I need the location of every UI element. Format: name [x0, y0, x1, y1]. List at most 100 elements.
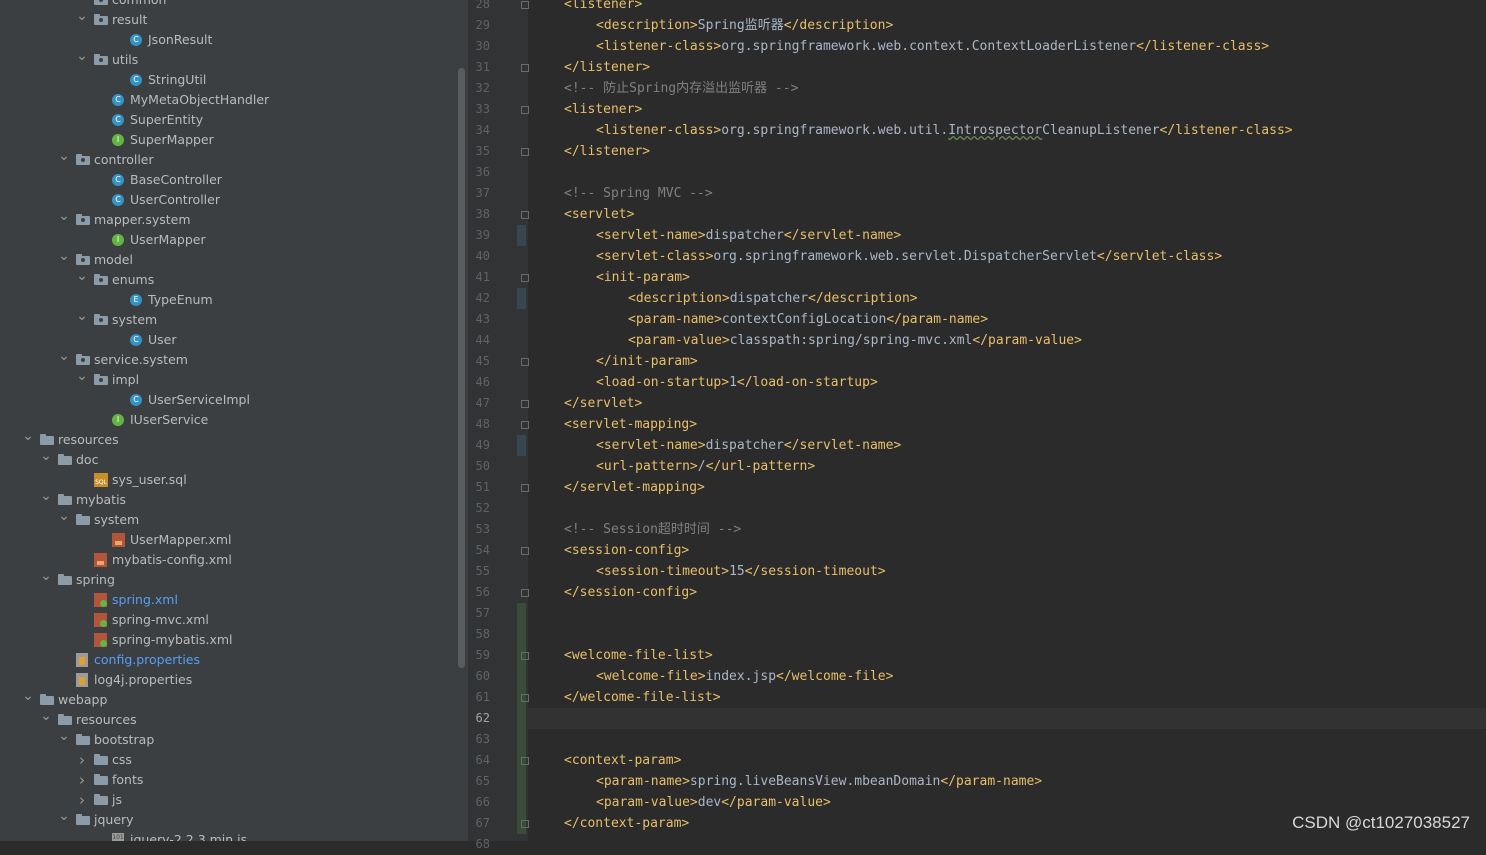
- chevron-down-icon[interactable]: ⌄: [40, 566, 52, 586]
- fold-marker-icon[interactable]: [521, 694, 529, 702]
- code-line[interactable]: </listener>: [564, 141, 650, 162]
- code-line[interactable]: <listener-class>org.springframework.web.…: [596, 120, 1293, 141]
- tree-node[interactable]: ⌄ bootstrap: [0, 728, 458, 750]
- tree-node[interactable]: spring.xml: [0, 590, 458, 610]
- fold-marker-icon[interactable]: [521, 148, 529, 156]
- chevron-down-icon[interactable]: ⌄: [76, 306, 88, 326]
- fold-marker-icon[interactable]: [521, 757, 529, 765]
- tree-node[interactable]: ⌄ enums: [0, 268, 458, 290]
- code-line[interactable]: <listener>: [564, 0, 642, 15]
- code-line[interactable]: <!-- Spring MVC -->: [564, 183, 713, 204]
- tree-node[interactable]: E TypeEnum: [0, 290, 458, 310]
- tree-node[interactable]: ⌄ webapp: [0, 688, 458, 710]
- code-line[interactable]: <servlet-mapping>: [564, 414, 697, 435]
- fold-marker-icon[interactable]: [521, 652, 529, 660]
- code-line[interactable]: <description>dispatcher</description>: [628, 288, 918, 309]
- chevron-down-icon[interactable]: ⌄: [40, 706, 52, 726]
- chevron-down-icon[interactable]: ⌄: [22, 686, 34, 706]
- code-line[interactable]: <param-value>dev</param-value>: [596, 792, 831, 813]
- chevron-down-icon[interactable]: ⌄: [76, 266, 88, 286]
- code-line[interactable]: <param-name>spring.liveBeansView.mbeanDo…: [596, 771, 1042, 792]
- code-line[interactable]: </init-param>: [596, 351, 698, 372]
- tree-node[interactable]: › css: [0, 750, 458, 770]
- chevron-down-icon[interactable]: ⌄: [58, 146, 70, 166]
- tree-node[interactable]: C UserServiceImpl: [0, 390, 458, 410]
- vcs-modified-marker[interactable]: [517, 435, 526, 456]
- tree-node[interactable]: C MyMetaObjectHandler: [0, 90, 458, 110]
- chevron-right-icon[interactable]: ›: [76, 770, 88, 790]
- tree-node[interactable]: ⌄common: [0, 0, 458, 10]
- code-line[interactable]: <!-- Session超时时间 -->: [564, 519, 741, 540]
- fold-marker-icon[interactable]: [521, 484, 529, 492]
- code-line[interactable]: <url-pattern>/</url-pattern>: [596, 456, 815, 477]
- tree-node[interactable]: ⌄ doc: [0, 448, 458, 470]
- code-line[interactable]: </servlet>: [564, 393, 642, 414]
- project-tree-scrollbar[interactable]: [458, 68, 465, 668]
- tree-node[interactable]: C BaseController: [0, 170, 458, 190]
- tree-node[interactable]: ⌄ resources: [0, 428, 458, 450]
- code-line[interactable]: <servlet-name>dispatcher</servlet-name>: [596, 435, 901, 456]
- code-line[interactable]: <param-value>classpath:spring/spring-mvc…: [628, 330, 1082, 351]
- chevron-right-icon[interactable]: ›: [76, 790, 88, 810]
- code-line[interactable]: <init-param>: [596, 267, 690, 288]
- tree-node[interactable]: spring-mvc.xml: [0, 610, 458, 630]
- chevron-down-icon[interactable]: ⌄: [40, 486, 52, 506]
- chevron-down-icon[interactable]: ⌄: [22, 426, 34, 446]
- chevron-down-icon[interactable]: ⌄: [76, 366, 88, 386]
- vcs-added-marker[interactable]: [517, 729, 526, 750]
- code-line[interactable]: <session-config>: [564, 540, 689, 561]
- vcs-added-marker[interactable]: [517, 603, 526, 624]
- code-line[interactable]: <welcome-file-list>: [564, 645, 713, 666]
- code-line[interactable]: </context-param>: [564, 813, 689, 834]
- chevron-down-icon[interactable]: ⌄: [58, 806, 70, 826]
- fold-marker-icon[interactable]: [521, 274, 529, 282]
- fold-marker-icon[interactable]: [521, 547, 529, 555]
- vcs-modified-marker[interactable]: [517, 288, 526, 309]
- fold-marker-icon[interactable]: [521, 1, 529, 9]
- code-line[interactable]: </listener>: [564, 57, 650, 78]
- code-line[interactable]: <servlet-name>dispatcher</servlet-name>: [596, 225, 901, 246]
- tree-node[interactable]: ⌄ impl: [0, 368, 458, 390]
- code-line[interactable]: <param-name>contextConfigLocation</param…: [628, 309, 988, 330]
- fold-marker-icon[interactable]: [521, 421, 529, 429]
- code-line[interactable]: </session-config>: [564, 582, 697, 603]
- tree-node[interactable]: ⌄ result: [0, 8, 458, 30]
- tree-node[interactable]: mybatis-config.xml: [0, 550, 458, 570]
- code-line[interactable]: <description>Spring监听器</description>: [596, 15, 893, 36]
- fold-marker-icon[interactable]: [521, 211, 529, 219]
- tree-node[interactable]: ⌄ jquery: [0, 808, 458, 830]
- chevron-down-icon[interactable]: ⌄: [76, 6, 88, 26]
- tree-node[interactable]: ⌄ spring: [0, 568, 458, 590]
- code-line[interactable]: </welcome-file-list>: [564, 687, 721, 708]
- vcs-added-marker[interactable]: [517, 792, 526, 813]
- tree-node[interactable]: I IUserService: [0, 410, 458, 430]
- fold-marker-icon[interactable]: [521, 589, 529, 597]
- tree-node[interactable]: C StringUtil: [0, 70, 458, 90]
- tree-node[interactable]: ⌄ system: [0, 308, 458, 330]
- chevron-down-icon[interactable]: ⌄: [58, 206, 70, 226]
- code-line[interactable]: <session-timeout>15</session-timeout>: [596, 561, 886, 582]
- fold-marker-icon[interactable]: [521, 400, 529, 408]
- chevron-down-icon[interactable]: ⌄: [76, 46, 88, 66]
- fold-marker-icon[interactable]: [521, 358, 529, 366]
- tree-node[interactable]: SQL sys_user.sql: [0, 470, 458, 490]
- chevron-down-icon[interactable]: ⌄: [58, 346, 70, 366]
- tree-node[interactable]: spring-mybatis.xml: [0, 630, 458, 650]
- code-line[interactable]: <load-on-startup>1</load-on-startup>: [596, 372, 878, 393]
- vcs-added-marker[interactable]: [517, 624, 526, 645]
- code-line[interactable]: </servlet-mapping>: [564, 477, 705, 498]
- code-line[interactable]: <context-param>: [564, 750, 681, 771]
- tree-node[interactable]: ⌄ model: [0, 248, 458, 270]
- tree-node[interactable]: ⌄ mapper.system: [0, 208, 458, 230]
- code-line[interactable]: <!-- 防止Spring内存溢出监听器 -->: [564, 78, 798, 99]
- chevron-right-icon[interactable]: ›: [76, 750, 88, 770]
- code-line[interactable]: <servlet-class>org.springframework.web.s…: [596, 246, 1222, 267]
- tree-node[interactable]: ⌄ utils: [0, 48, 458, 70]
- chevron-down-icon[interactable]: ⌄: [40, 446, 52, 466]
- vcs-added-marker[interactable]: [517, 666, 526, 687]
- tree-node[interactable]: ⌄ controller: [0, 148, 458, 170]
- fold-marker-icon[interactable]: [521, 106, 529, 114]
- vcs-added-marker[interactable]: [517, 771, 526, 792]
- tree-node[interactable]: log4j.properties: [0, 670, 458, 690]
- vcs-added-marker[interactable]: [517, 708, 526, 729]
